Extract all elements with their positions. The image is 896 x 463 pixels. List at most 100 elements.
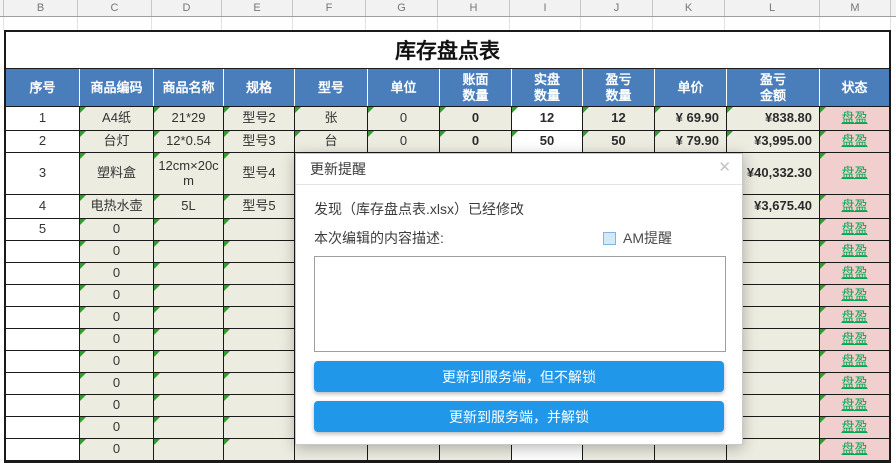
table-cell[interactable] <box>224 241 295 262</box>
table-cell[interactable]: 0 <box>80 417 154 438</box>
header-cell[interactable]: 状态 <box>820 69 889 106</box>
column-letter-F[interactable]: F <box>293 0 366 16</box>
table-cell[interactable] <box>224 219 295 240</box>
header-cell[interactable]: 型号 <box>295 69 368 106</box>
status-badge[interactable]: 盘盈 <box>841 288 867 303</box>
table-cell[interactable]: 50 <box>512 131 583 152</box>
table-cell[interactable] <box>154 263 224 284</box>
status-badge[interactable]: 盘盈 <box>841 166 867 181</box>
table-cell[interactable]: 型号3 <box>224 131 295 152</box>
status-badge[interactable]: 盘盈 <box>841 420 867 435</box>
status-badge[interactable]: 盘盈 <box>841 134 867 149</box>
table-cell[interactable]: 0 <box>368 107 440 130</box>
table-cell[interactable] <box>154 395 224 416</box>
table-cell[interactable]: 台 <box>295 131 368 152</box>
table-cell[interactable]: 电热水壶 <box>80 195 154 218</box>
column-letter-B[interactable]: B <box>4 0 78 16</box>
status-badge[interactable]: 盘盈 <box>841 442 867 457</box>
table-cell[interactable] <box>6 439 80 460</box>
status-badge[interactable]: 盘盈 <box>841 222 867 237</box>
table-cell[interactable] <box>154 329 224 350</box>
table-cell[interactable] <box>154 417 224 438</box>
table-cell[interactable]: 5 <box>6 219 80 240</box>
header-cell[interactable]: 账面 数量 <box>440 69 512 106</box>
table-cell[interactable]: 0 <box>80 439 154 460</box>
table-cell[interactable]: 盘盈 <box>820 329 889 350</box>
status-badge[interactable]: 盘盈 <box>841 199 867 214</box>
table-cell[interactable] <box>224 395 295 416</box>
table-cell[interactable] <box>224 285 295 306</box>
table-cell[interactable]: 0 <box>80 373 154 394</box>
table-cell[interactable]: 2 <box>6 131 80 152</box>
blank-cell[interactable] <box>581 17 653 30</box>
am-reminder-checkbox[interactable] <box>603 232 616 245</box>
blank-cell[interactable] <box>293 17 366 30</box>
table-cell[interactable] <box>6 307 80 328</box>
blank-cell[interactable] <box>366 17 438 30</box>
table-cell[interactable] <box>154 373 224 394</box>
table-cell[interactable] <box>6 351 80 372</box>
status-badge[interactable]: 盘盈 <box>841 310 867 325</box>
table-cell[interactable] <box>154 351 224 372</box>
column-letter-H[interactable]: H <box>438 0 510 16</box>
blank-cell[interactable] <box>510 17 581 30</box>
table-cell[interactable] <box>224 307 295 328</box>
status-badge[interactable]: 盘盈 <box>841 398 867 413</box>
column-letter-I[interactable]: I <box>510 0 581 16</box>
blank-cell[interactable] <box>820 17 891 30</box>
table-cell[interactable]: 盘盈 <box>820 307 889 328</box>
table-cell[interactable]: 1 <box>6 107 80 130</box>
blank-cell[interactable] <box>78 17 152 30</box>
blank-cell[interactable] <box>4 17 78 30</box>
header-cell[interactable]: 单位 <box>368 69 440 106</box>
table-cell[interactable]: 0 <box>80 285 154 306</box>
status-badge[interactable]: 盘盈 <box>841 266 867 281</box>
close-icon[interactable]: ✕ <box>718 160 731 175</box>
table-cell[interactable] <box>6 263 80 284</box>
table-cell[interactable]: 型号2 <box>224 107 295 130</box>
column-letter-M[interactable]: M <box>820 0 891 16</box>
status-badge[interactable]: 盘盈 <box>841 111 867 126</box>
table-cell[interactable]: 盘盈 <box>820 263 889 284</box>
table-cell[interactable]: ¥ 79.90 <box>655 131 727 152</box>
header-cell[interactable]: 商品名称 <box>154 69 224 106</box>
table-cell[interactable]: 0 <box>80 219 154 240</box>
table-cell[interactable]: 12 <box>512 107 583 130</box>
column-letter-E[interactable]: E <box>222 0 293 16</box>
table-cell[interactable]: 0 <box>80 329 154 350</box>
table-cell[interactable]: 盘盈 <box>820 107 889 130</box>
table-cell[interactable]: 0 <box>80 241 154 262</box>
table-cell[interactable]: 张 <box>295 107 368 130</box>
status-badge[interactable]: 盘盈 <box>841 376 867 391</box>
table-cell[interactable]: 盘盈 <box>820 131 889 152</box>
table-cell[interactable] <box>154 241 224 262</box>
column-letter-J[interactable]: J <box>581 0 653 16</box>
blank-cell[interactable] <box>152 17 222 30</box>
table-cell[interactable]: 0 <box>368 131 440 152</box>
table-cell[interactable]: 型号4 <box>224 153 295 194</box>
update-keep-lock-button[interactable]: 更新到服务端，但不解锁 <box>314 361 724 392</box>
header-cell[interactable]: 规格 <box>224 69 295 106</box>
table-cell[interactable]: 盘盈 <box>820 195 889 218</box>
table-cell[interactable]: 21*29 <box>154 107 224 130</box>
table-cell[interactable]: 盘盈 <box>820 153 889 194</box>
table-cell[interactable]: ¥3,995.00 <box>727 131 820 152</box>
table-cell[interactable]: 50 <box>583 131 655 152</box>
am-reminder-option[interactable]: AM提醒 <box>603 228 672 248</box>
table-cell[interactable]: A4纸 <box>80 107 154 130</box>
table-cell[interactable] <box>6 241 80 262</box>
table-cell[interactable]: 0 <box>80 263 154 284</box>
table-cell[interactable] <box>154 307 224 328</box>
table-cell[interactable] <box>6 417 80 438</box>
table-cell[interactable] <box>6 373 80 394</box>
blank-cell[interactable] <box>725 17 820 30</box>
blank-cell[interactable] <box>222 17 293 30</box>
update-unlock-button[interactable]: 更新到服务端，并解锁 <box>314 401 724 432</box>
table-cell[interactable]: ¥838.80 <box>727 107 820 130</box>
table-cell[interactable]: 4 <box>6 195 80 218</box>
blank-cell[interactable] <box>438 17 510 30</box>
table-cell[interactable]: 3 <box>6 153 80 194</box>
table-cell[interactable]: 12*0.54 <box>154 131 224 152</box>
table-cell[interactable] <box>224 351 295 372</box>
table-cell[interactable] <box>154 285 224 306</box>
